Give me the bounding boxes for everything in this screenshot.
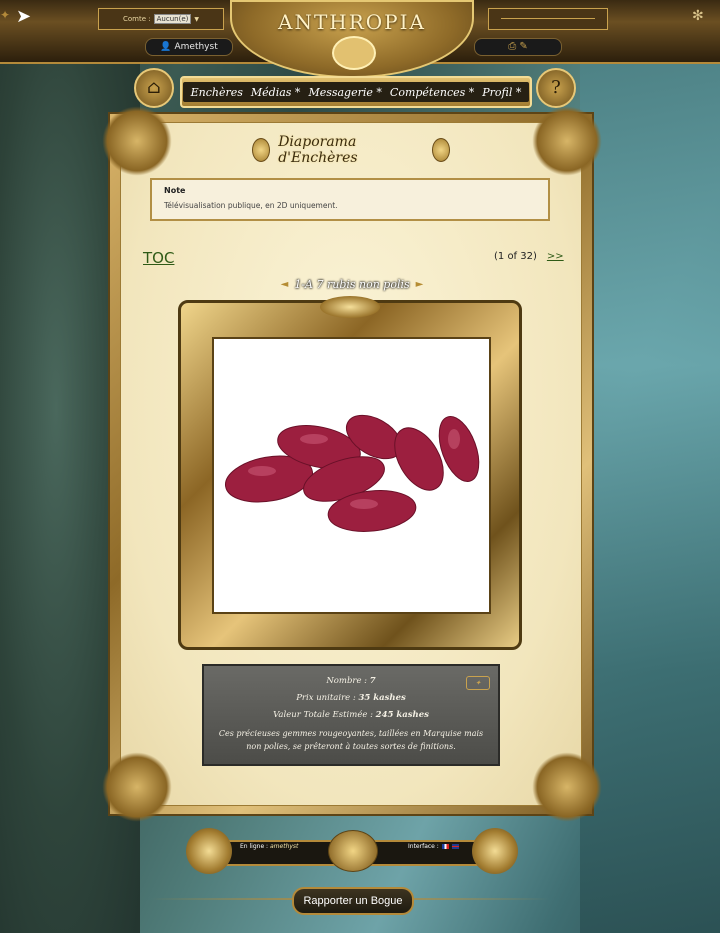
footer: En ligne : amethyst Interface : — [186, 828, 518, 874]
french-flag-icon[interactable] — [441, 844, 449, 849]
count-row: Nombre : 7 — [218, 676, 484, 686]
note-text: Télévisualisation publique, en 2D unique… — [164, 201, 338, 210]
frame-crest-icon — [320, 296, 380, 318]
nav-item-encheres[interactable]: Enchères — [191, 86, 243, 99]
gear-icon[interactable]: ✻ — [692, 8, 704, 24]
item-info-box: ✦ Nombre : 7 Prix unitaire : 35 kashes V… — [202, 664, 500, 766]
panel-title-text: Diaporama d'Enchères — [278, 134, 358, 166]
rubies-image — [225, 414, 480, 532]
sun-ornament-icon — [186, 828, 232, 874]
account-select[interactable]: Aucun(e) — [153, 14, 192, 24]
uk-flag-icon[interactable] — [451, 844, 459, 849]
count-value: 7 — [369, 676, 376, 686]
note-title: Note — [164, 186, 186, 195]
interface-label: Interface : — [408, 843, 439, 850]
printer-icon: ⎙ — [508, 41, 517, 52]
next-page-link[interactable]: >> — [547, 251, 564, 262]
item-badge-icon: ✦ — [466, 676, 490, 690]
logo-text: ANTHROPIA — [278, 10, 426, 34]
username: Amethyst — [174, 42, 218, 52]
user-icon: 👤 — [160, 42, 172, 52]
nav-item-profil[interactable]: Profil * — [482, 86, 521, 99]
toc-link[interactable]: TOC — [143, 249, 174, 267]
main-nav: Enchères Médias * Messagerie * Compétenc… — [180, 76, 532, 108]
corner-ornament-icon — [102, 752, 172, 822]
account-label: Comte : — [123, 15, 151, 23]
corner-ornament-icon — [102, 106, 172, 176]
chevron-down-icon: ▼ — [194, 15, 199, 23]
help-icon[interactable]: ? — [536, 68, 576, 108]
pen-icon: ✎ — [519, 41, 528, 52]
decorative-panel-right — [488, 8, 608, 30]
report-bug-area: Rapporter un Bogue — [150, 884, 550, 915]
pager: (1 of 32) >> — [494, 251, 564, 262]
online-status: En ligne : amethyst — [240, 843, 298, 850]
scroll-ornament-icon — [431, 138, 450, 162]
site-logo[interactable]: ANTHROPIA — [230, 0, 474, 78]
total-label: Valeur Totale Estimée : — [273, 710, 373, 720]
corner-ornament-icon — [532, 752, 602, 822]
report-bug-button[interactable]: Rapporter un Bogue — [292, 887, 414, 915]
footer-emblem-icon — [328, 830, 378, 872]
unit-price-value: 35 kashes — [358, 693, 406, 703]
online-user[interactable]: amethyst — [270, 843, 298, 850]
item-title: ◄ 1-A 7 rubis non polis ► — [270, 276, 434, 292]
count-label: Nombre : — [326, 676, 368, 686]
arrow-left-icon[interactable]: ◄ — [281, 279, 289, 290]
user-menu[interactable]: 👤 Amethyst — [145, 38, 233, 56]
nav-item-messagerie[interactable]: Messagerie * — [308, 86, 381, 99]
total-row: Valeur Totale Estimée : 245 kashes — [218, 710, 484, 720]
unit-price-row: Prix unitaire : 35 kashes — [218, 693, 484, 703]
scroll-ornament-icon — [252, 138, 271, 162]
online-label: En ligne : — [240, 843, 269, 850]
star-icon: ✦ — [0, 8, 11, 22]
item-description: Ces précieuses gemmes rougeoyantes, tail… — [218, 729, 484, 751]
account-selector[interactable]: Comte : Aucun(e) ▼ — [98, 8, 224, 30]
item-image — [212, 337, 491, 614]
interface-language: Interface : — [408, 843, 459, 850]
item-title-text: 1-A 7 rubis non polis — [294, 277, 410, 291]
tools-menu[interactable]: ⎙ ✎ — [474, 38, 562, 56]
panel-title: Diaporama d'Enchères — [252, 134, 450, 166]
sun-ornament-icon — [472, 828, 518, 874]
home-icon[interactable]: ⌂ — [134, 68, 174, 108]
laurel-emblem-icon — [332, 36, 376, 70]
total-value: 245 kashes — [375, 710, 429, 720]
pager-position: (1 of 32) — [494, 251, 537, 262]
unit-price-label: Prix unitaire : — [296, 693, 356, 703]
nav-item-competences[interactable]: Compétences * — [390, 86, 474, 99]
mouse-cursor-icon: ➤ — [16, 6, 32, 27]
note-box: Note Télévisualisation publique, en 2D u… — [150, 178, 550, 221]
arrow-right-icon[interactable]: ► — [416, 279, 424, 290]
corner-ornament-icon — [532, 106, 602, 176]
nav-item-medias[interactable]: Médias * — [251, 86, 301, 99]
